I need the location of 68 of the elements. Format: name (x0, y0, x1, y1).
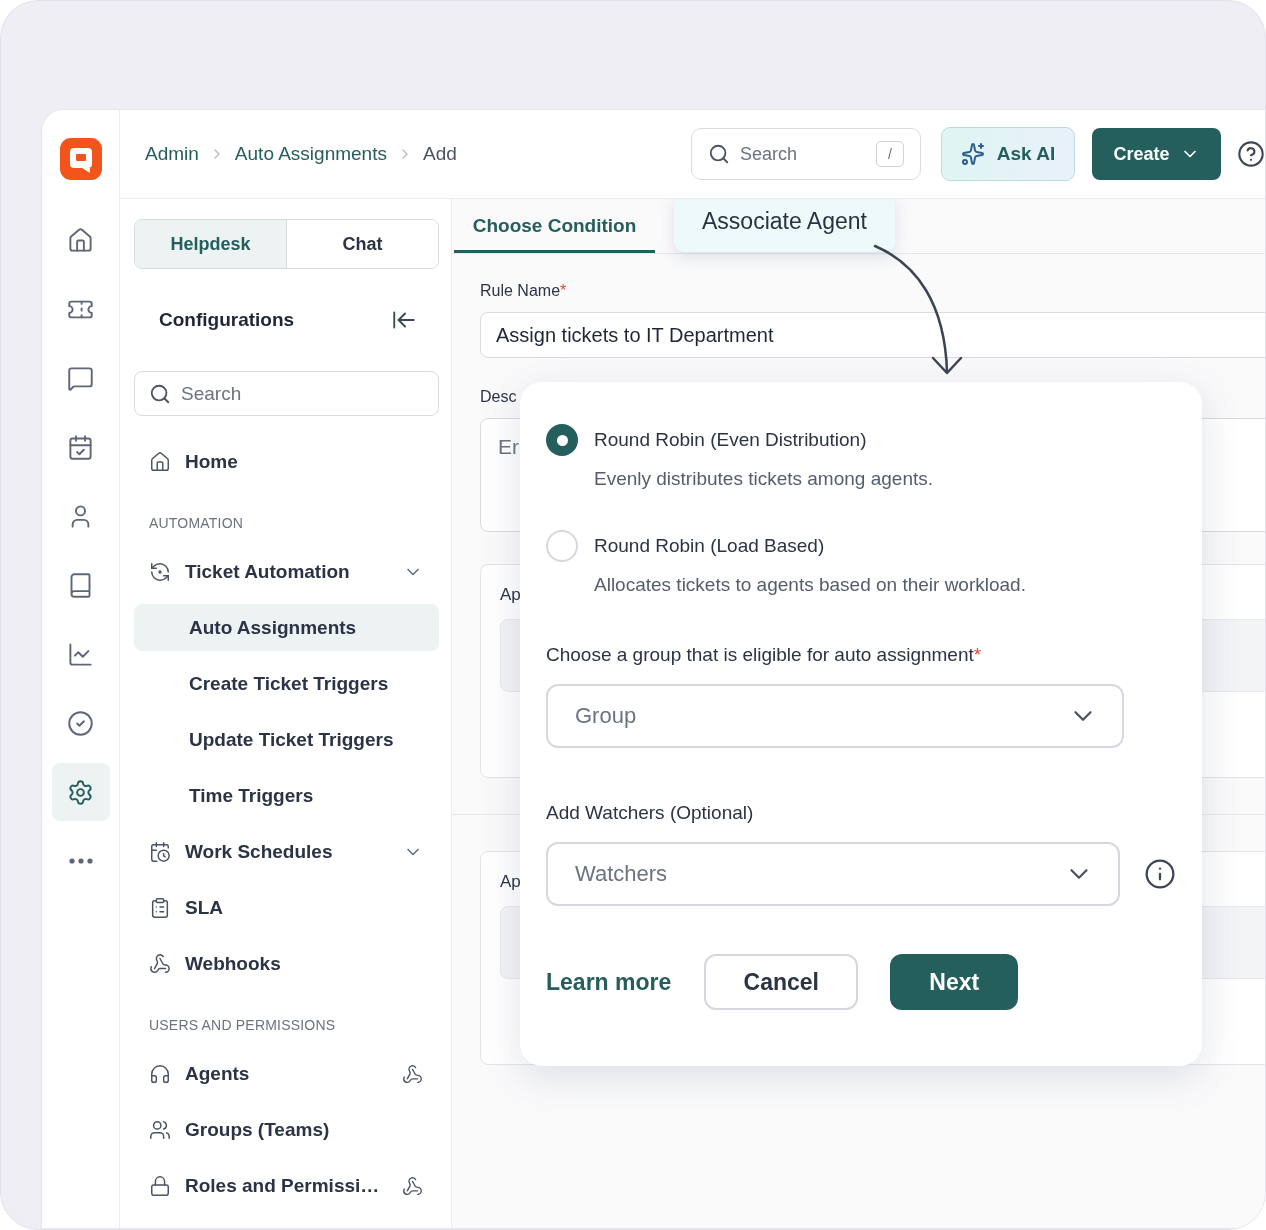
nav-subitem[interactable]: Time Triggers (134, 772, 439, 819)
app-logo (59, 138, 102, 180)
nav-subitem[interactable]: Update Ticket Triggers (134, 716, 439, 763)
nav-item[interactable]: Webhooks (134, 936, 439, 992)
field-label: Choose a group that is eligible for auto assignment (546, 644, 974, 666)
breadcrumb-link[interactable]: Add (422, 143, 457, 165)
search-field[interactable]: Search / (691, 128, 921, 180)
cancel-button[interactable]: Cancel (704, 954, 859, 1010)
callout-label: Associate Agent (674, 199, 895, 252)
learn-more-link[interactable]: Learn more (546, 968, 672, 996)
field-label: Desc (480, 388, 517, 406)
check-circle-icon (67, 709, 94, 737)
watchers-select[interactable]: Watchers (546, 842, 1120, 906)
nav-item[interactable]: SLA (134, 880, 439, 936)
home-icon (149, 451, 171, 473)
line-chart-icon (67, 640, 94, 668)
text-field[interactable]: Assign tickets to IT Department (480, 312, 1265, 358)
calendar-clock-icon (149, 841, 171, 863)
option-title: Round Robin (Even Distribution) (594, 429, 868, 451)
home-icon (67, 226, 94, 254)
option-description: Allocates tickets to agents based on their workload. (594, 574, 1027, 596)
clipboard-icon (149, 897, 171, 919)
webhook-icon (149, 953, 171, 975)
search-field[interactable]: Search (134, 371, 439, 416)
users-icon (149, 1119, 171, 1141)
nav-item[interactable]: Ticket Automation (134, 544, 439, 600)
sparkles-icon (960, 142, 985, 166)
help-button[interactable] (1237, 140, 1265, 168)
lock-icon (149, 1175, 171, 1197)
option-title: Round Robin (Load Based) (594, 535, 826, 557)
field-label: Rule Name (480, 282, 561, 300)
field-label: Add Watchers (Optional) (546, 802, 755, 824)
section-label: Ap (500, 585, 521, 605)
shortcut-key: / (876, 141, 904, 167)
nav-item[interactable]: Home (134, 434, 439, 490)
refresh-icon (149, 561, 171, 583)
required-mark: * (560, 282, 567, 300)
rail-button[interactable] (51, 763, 110, 821)
radio-button[interactable] (546, 530, 578, 562)
breadcrumb-link[interactable]: Auto Assignments (234, 143, 387, 165)
ask-ai-button[interactable]: Ask AI (941, 127, 1075, 181)
radio-button[interactable] (546, 424, 578, 456)
nav-subitem[interactable]: Auto Assignments (134, 604, 439, 651)
more-icon (68, 858, 93, 864)
tab[interactable]: Choose Condition (454, 199, 655, 253)
panel-title: Configurations (159, 309, 295, 331)
required-mark: * (973, 644, 982, 666)
create-button[interactable]: Create (1092, 128, 1221, 180)
search-icon (708, 143, 730, 165)
search-icon (149, 382, 171, 405)
nav-item[interactable]: Groups (Teams) (134, 1102, 439, 1158)
headphones-icon (149, 1063, 171, 1085)
option-description: Evenly distributes tickets among agents. (594, 468, 934, 490)
section-label: Ap (500, 872, 521, 892)
chat-icon (67, 364, 94, 392)
calendar-icon (67, 433, 94, 461)
segment-tab[interactable]: Helpdesk (135, 220, 287, 268)
breadcrumb-link[interactable]: Admin (145, 143, 199, 165)
nav-subitem[interactable]: Create Ticket Triggers (134, 660, 439, 707)
settings-icon (67, 778, 94, 806)
nav-item[interactable]: Work Schedules (134, 824, 439, 880)
nav-item[interactable]: Roles and Permissi… (134, 1158, 439, 1214)
group-select[interactable]: Group (546, 684, 1124, 748)
info-icon[interactable] (1144, 858, 1176, 890)
nav-item[interactable]: Agents (134, 1046, 439, 1102)
section-heading: AUTOMATION (148, 514, 245, 533)
next-button[interactable]: Next (890, 954, 1019, 1010)
section-heading: USERS AND PERMISSIONS (148, 1016, 337, 1035)
